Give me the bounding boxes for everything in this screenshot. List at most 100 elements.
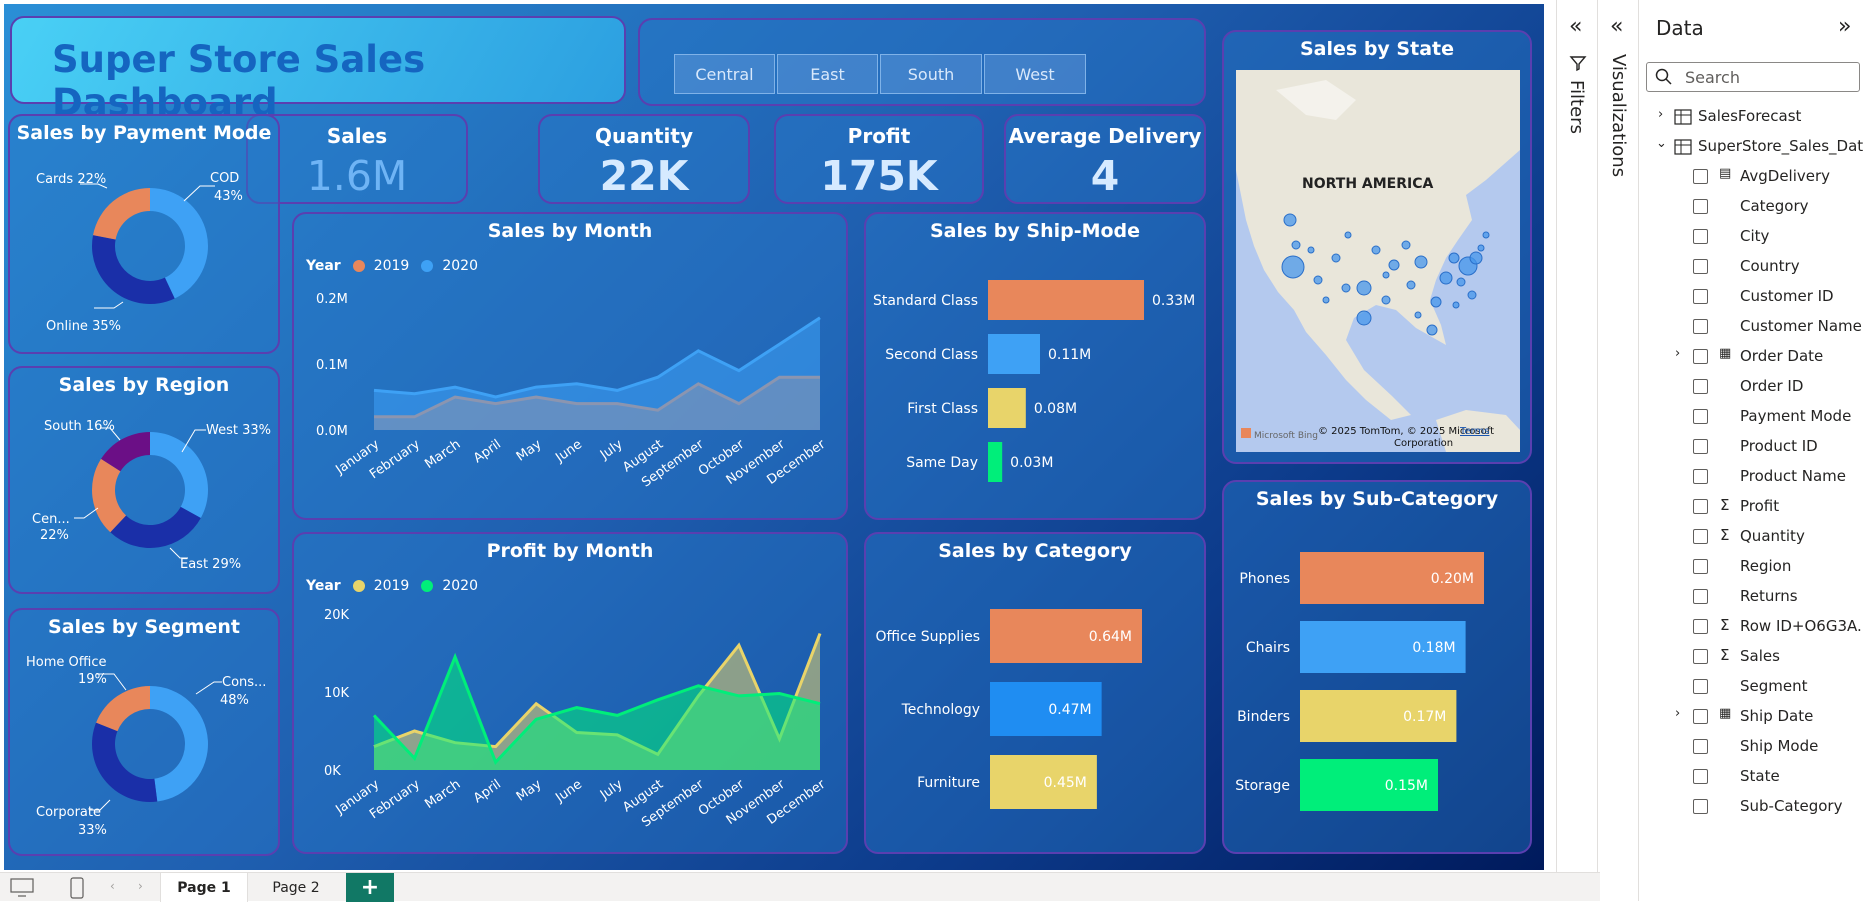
bar[interactable] <box>988 334 1040 374</box>
chevron-down-icon[interactable]: ⌄ <box>1656 136 1667 151</box>
chevron-right-icon[interactable]: › <box>1675 346 1680 361</box>
donut-slice[interactable] <box>150 432 208 518</box>
field-item[interactable]: Σ Sales <box>1640 642 1863 672</box>
field-item[interactable]: Customer ID <box>1640 282 1863 312</box>
map-terms-link[interactable]: Terms <box>1459 426 1489 437</box>
donut-slice[interactable] <box>93 188 150 240</box>
chevron-right-icon[interactable]: › <box>1675 706 1680 721</box>
table-superstore-sales[interactable]: ⌄ SuperStore_Sales_Dat... <box>1640 132 1863 162</box>
profit-by-month-card[interactable]: Profit by Month Year 2019 2020 0K 10K 20K J… <box>292 532 848 854</box>
slicer-central[interactable]: Central <box>674 54 775 94</box>
payment-mode-card[interactable]: Sales by Payment Mode COD 43% Online 35%… <box>8 114 280 354</box>
field-item[interactable]: State <box>1640 762 1863 792</box>
next-page-icon[interactable]: › <box>138 879 143 893</box>
state-map-card[interactable]: Sales by State NORTH AMERICA Microsoft B… <box>1222 30 1532 464</box>
table-sales-forecast[interactable]: › SalesForecast <box>1640 102 1863 132</box>
sales-by-month-card[interactable]: Sales by Month Year 2019 2020 0.0M 0.1M 0.… <box>292 212 848 520</box>
field-checkbox[interactable] <box>1693 319 1708 334</box>
field-item[interactable]: ▤ AvgDelivery <box>1640 162 1863 192</box>
series-area[interactable] <box>374 656 820 770</box>
ship-mode-card[interactable]: Sales by Ship-Mode Standard Class 0.33M Se… <box>864 212 1206 520</box>
page-tab-1[interactable]: Page 1 <box>160 873 248 902</box>
field-item[interactable]: Product ID <box>1640 432 1863 462</box>
add-page-button[interactable]: + <box>346 873 394 902</box>
donut-slice[interactable] <box>150 686 209 802</box>
field-checkbox[interactable] <box>1693 649 1708 664</box>
field-checkbox[interactable] <box>1693 409 1708 424</box>
kpi-quantity[interactable]: Quantity 22K <box>538 114 750 204</box>
field-item[interactable]: Σ Profit <box>1640 492 1863 522</box>
state-map[interactable]: NORTH AMERICA Microsoft Bing © 2025 TomT… <box>1236 70 1520 452</box>
bar[interactable] <box>988 388 1026 428</box>
page-tab-2[interactable]: Page 2 <box>248 873 344 902</box>
field-checkbox[interactable] <box>1693 739 1708 754</box>
category-card[interactable]: Sales by Category Office Supplies 0.64M Te… <box>864 532 1206 854</box>
filters-pane[interactable]: « Filters <box>1556 0 1597 872</box>
field-item[interactable]: Segment <box>1640 672 1863 702</box>
field-checkbox[interactable] <box>1693 169 1708 184</box>
field-item[interactable]: Category <box>1640 192 1863 222</box>
field-checkbox[interactable] <box>1693 769 1708 784</box>
field-checkbox[interactable] <box>1693 799 1708 814</box>
sub-category-bar-chart: Phones 0.20M Chairs 0.18M Binders 0.17M Storag… <box>1235 552 1484 811</box>
visualizations-label[interactable]: Visualizations <box>1608 54 1629 177</box>
field-checkbox[interactable] <box>1693 499 1708 514</box>
kpi-avg-delivery[interactable]: Average Delivery 4 <box>1004 114 1206 204</box>
prev-page-icon[interactable]: ‹ <box>110 879 115 893</box>
bar-value-label: 0.64M <box>1089 629 1132 645</box>
sub-category-card[interactable]: Sales by Sub-Category Phones 0.20M Chairs 0… <box>1222 480 1532 854</box>
series-area[interactable] <box>374 317 820 430</box>
collapse-visualizations-icon[interactable]: « <box>1610 14 1623 39</box>
field-checkbox[interactable] <box>1693 619 1708 634</box>
collapse-filters-icon[interactable]: « <box>1569 14 1582 39</box>
field-checkbox[interactable] <box>1693 289 1708 304</box>
field-name: Region <box>1740 557 1792 575</box>
field-checkbox[interactable] <box>1693 439 1708 454</box>
mobile-view-icon[interactable] <box>70 877 84 899</box>
field-checkbox[interactable] <box>1693 559 1708 574</box>
field-item[interactable]: › ▦ Order Date <box>1640 342 1863 372</box>
donut-slice[interactable] <box>92 235 175 304</box>
slicer-east[interactable]: East <box>777 54 878 94</box>
field-item[interactable]: Sub-Category <box>1640 792 1863 822</box>
filters-label[interactable]: Filters <box>1566 80 1587 134</box>
field-item[interactable]: Σ Row ID+O6G3A... <box>1640 612 1863 642</box>
bar[interactable] <box>988 280 1144 320</box>
slicer-south[interactable]: South <box>880 54 982 94</box>
field-checkbox[interactable] <box>1693 589 1708 604</box>
field-checkbox[interactable] <box>1693 529 1708 544</box>
field-item[interactable]: Product Name <box>1640 462 1863 492</box>
search-input[interactable]: Search <box>1646 62 1860 92</box>
field-item[interactable]: Returns <box>1640 582 1863 612</box>
desktop-view-icon[interactable] <box>10 878 34 898</box>
field-checkbox[interactable] <box>1693 199 1708 214</box>
field-checkbox[interactable] <box>1693 709 1708 724</box>
visualizations-pane[interactable]: « Visualizations <box>1597 0 1639 901</box>
field-checkbox[interactable] <box>1693 679 1708 694</box>
field-item[interactable]: Customer Name <box>1640 312 1863 342</box>
donut-slice[interactable] <box>110 506 201 548</box>
field-checkbox[interactable] <box>1693 259 1708 274</box>
kpi-label: Quantity <box>595 124 693 148</box>
field-item[interactable]: City <box>1640 222 1863 252</box>
region-card[interactable]: Sales by Region West 33% East 29% Cen...… <box>8 366 280 594</box>
field-checkbox[interactable] <box>1693 379 1708 394</box>
chevron-right-icon[interactable]: › <box>1658 107 1663 122</box>
expand-data-pane-icon[interactable]: » <box>1838 14 1851 39</box>
donut-slice[interactable] <box>92 722 158 802</box>
field-checkbox[interactable] <box>1693 469 1708 484</box>
kpi-profit[interactable]: Profit 175K <box>774 114 984 204</box>
field-item[interactable]: › ▦ Ship Date <box>1640 702 1863 732</box>
field-checkbox[interactable] <box>1693 229 1708 244</box>
slicer-west[interactable]: West <box>984 54 1086 94</box>
field-checkbox[interactable] <box>1693 349 1708 364</box>
bar[interactable] <box>988 442 1003 482</box>
field-item[interactable]: Country <box>1640 252 1863 282</box>
field-item[interactable]: Order ID <box>1640 372 1863 402</box>
field-item[interactable]: Σ Quantity <box>1640 522 1863 552</box>
field-item[interactable]: Payment Mode <box>1640 402 1863 432</box>
field-item[interactable]: Region <box>1640 552 1863 582</box>
field-item[interactable]: Ship Mode <box>1640 732 1863 762</box>
segment-card[interactable]: Sales by Segment Cons... 48% Corporate 3… <box>8 608 280 856</box>
donut-slice[interactable] <box>96 686 150 732</box>
